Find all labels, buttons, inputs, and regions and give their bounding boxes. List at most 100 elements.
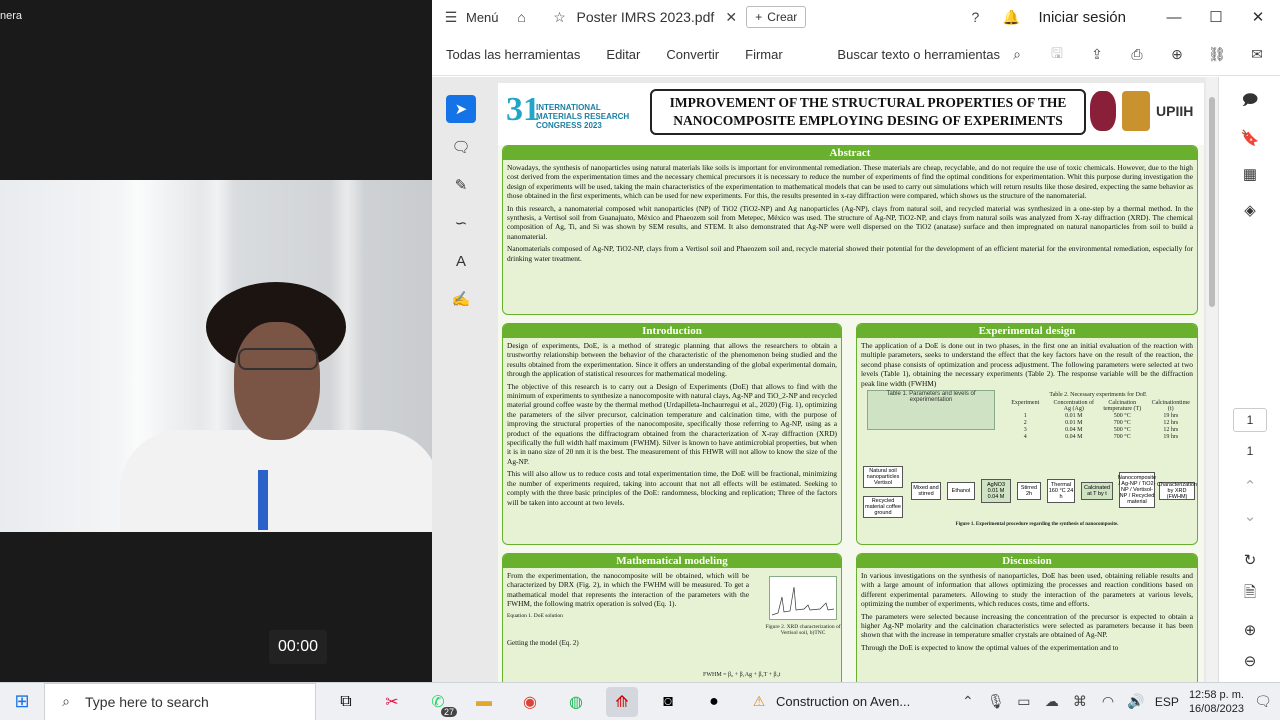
ipn-seal-icon (1090, 91, 1116, 131)
taskbar-search[interactable]: ⌕ Type here to search (44, 682, 316, 720)
imrc-logo: 31 INTERNATIONAL MATERIALS RESEARCH CONG… (506, 91, 636, 137)
table-2-title: Table 2. Necessary experiments for DoE (1049, 392, 1147, 398)
windows-start-icon[interactable]: ⊞ (0, 691, 44, 712)
hamburger-icon: ☰ (444, 8, 458, 25)
equation-label: Equation 1. DoE solution (507, 612, 563, 619)
chevron-down-icon[interactable]: ⌄ (1239, 505, 1261, 527)
table-cell: 500 °C (1113, 427, 1131, 433)
discussion-paragraph: Through the DoE is expected to know the … (861, 642, 1119, 652)
highlight-pen-icon[interactable]: ✎ (446, 171, 476, 199)
maximize-icon[interactable]: ☐ (1204, 8, 1228, 26)
edit-menu[interactable]: Editar (606, 47, 640, 62)
microphone-icon[interactable]: 🎙 (987, 693, 1005, 711)
abstract-paragraph: In this research, a nanomaterial compose… (507, 203, 1193, 241)
chevron-up-icon[interactable]: ⌃ (959, 693, 977, 711)
title-bar: ☰ Menú ⌂ ☆ Poster IMRS 2023.pdf ✕ + Crea… (432, 0, 1280, 34)
file-explorer-icon[interactable]: ▬ (468, 687, 500, 717)
link-icon[interactable]: ⛓ (1208, 46, 1226, 64)
battery-icon[interactable]: ▭ (1015, 693, 1033, 711)
language-indicator[interactable]: ESP (1155, 695, 1179, 709)
logo-number: 31 (506, 91, 540, 128)
snipping-tool-icon[interactable]: ✂ (376, 687, 408, 717)
signin-button[interactable]: Iniciar sesión (1038, 9, 1126, 26)
intro-paragraph: The objective of this research is to car… (507, 381, 837, 466)
notification-bell-icon[interactable]: 🔔 (1002, 8, 1020, 26)
clock-time: 12:58 p. m. (1188, 688, 1244, 701)
notifications-icon[interactable]: 🗨 (1254, 693, 1272, 711)
all-tools-menu[interactable]: Todas las herramientas (446, 47, 580, 62)
section-heading: Mathematical modeling (503, 554, 841, 568)
find-icon[interactable]: ⊕ (1168, 46, 1186, 64)
email-icon[interactable]: ✉ (1248, 46, 1266, 64)
save-icon[interactable]: 🖫 (1048, 45, 1066, 64)
zoom-out-icon[interactable]: ⊖ (1239, 650, 1261, 672)
abstract-paragraph: Nanomaterials composed of Ag-NP, TiO2-NP… (507, 244, 1193, 263)
menu-button[interactable]: ☰ Menú (442, 8, 499, 26)
document-tab[interactable]: ☆ Poster IMRS 2023.pdf ✕ (545, 0, 747, 34)
wifi-icon[interactable]: ◠ (1099, 693, 1117, 711)
institution-name: UPIIH (1156, 103, 1194, 119)
clock-date: 16/08/2023 (1188, 702, 1244, 715)
volume-icon[interactable]: 🔊 (1127, 693, 1145, 711)
text-select-icon[interactable]: A (446, 247, 476, 275)
search-tools-button[interactable]: Buscar texto o herramientas ⌕ (837, 46, 1026, 64)
create-button[interactable]: + Crear (746, 6, 807, 28)
section-heading: Introduction (503, 324, 841, 338)
thumbnails-icon[interactable]: ▦ (1239, 163, 1261, 185)
flow-step: Mixed and stirred (911, 482, 941, 500)
spotify-icon[interactable]: ◍ (560, 687, 592, 717)
zoom-in-icon[interactable]: ⊕ (1239, 619, 1261, 641)
weather-news-widget[interactable]: ⚠ Construction on Aven... (750, 693, 910, 711)
system-tray: ⌃ 🎙 ▭ ☁ ⌘ ◠ 🔊 ESP 12:58 p. m. 16/08/2023… (959, 688, 1280, 716)
section-heading: Abstract (503, 146, 1197, 160)
cloud-icon[interactable]: ☁ (1043, 693, 1061, 711)
close-window-icon[interactable]: ✕ (1246, 8, 1270, 26)
section-heading: Experimental design (857, 324, 1197, 338)
scrollbar-thumb[interactable] (1209, 97, 1215, 307)
quick-tools-rail: ➤ 🗨 ✎ ∽ A ✍ (446, 95, 476, 313)
save-file-icon[interactable]: 🗎 (1239, 583, 1261, 605)
network-icon[interactable]: ⌘ (1071, 693, 1089, 711)
help-icon[interactable]: ? (966, 8, 984, 26)
refresh-icon[interactable]: ↻ (1239, 549, 1261, 571)
total-pages: 1 (1246, 444, 1254, 458)
document-tab-name: Poster IMRS 2023.pdf (576, 9, 715, 25)
current-page-field[interactable]: 1 (1233, 408, 1267, 432)
print-icon[interactable]: ⎙ (1128, 46, 1146, 64)
signature-icon[interactable]: ✍ (446, 285, 476, 313)
table-cell: 2 (1023, 420, 1027, 426)
acrobat-icon[interactable]: ⟰ (606, 686, 638, 717)
whatsapp-icon[interactable]: ✆ 27 (422, 687, 457, 717)
clock[interactable]: 12:58 p. m. 16/08/2023 (1189, 688, 1244, 716)
select-cursor-icon[interactable]: ➤ (446, 95, 476, 123)
upload-icon[interactable]: ⇪ (1088, 46, 1106, 64)
institution-logos: UPIIH (1090, 91, 1193, 131)
layers-icon[interactable]: ◈ (1239, 199, 1261, 221)
chevron-up-icon[interactable]: ⌃ (1239, 475, 1261, 497)
task-view-icon[interactable]: ⧉ (330, 687, 362, 717)
close-tab-icon[interactable]: ✕ (722, 8, 740, 26)
add-comment-icon[interactable]: 🗨 (446, 133, 476, 161)
screen: nera 00:00 ☰ Menú ⌂ ☆ Poster IMRS 2023.p (0, 0, 1280, 720)
document-canvas[interactable]: ➤ 🗨 ✎ ∽ A ✍ 31 INTERNATIONAL MATERIALS R… (432, 77, 1280, 683)
vertical-scrollbar[interactable] (1206, 77, 1218, 682)
home-button[interactable]: ⌂ (513, 8, 531, 26)
minimize-icon[interactable]: — (1162, 9, 1186, 26)
camera-icon[interactable]: ◙ (652, 687, 684, 717)
table-2: Table 2. Necessary experiments for DoE E… (1003, 392, 1193, 440)
introduction-section: Introduction Design of experiments, DoE,… (502, 323, 842, 545)
table-1-title: Table 1. Parameters and levels of experi… (886, 391, 976, 403)
video-call-panel: nera 00:00 (0, 0, 432, 682)
convert-menu[interactable]: Convertir (666, 47, 719, 62)
star-icon[interactable]: ☆ (551, 8, 569, 26)
xrd-chart-icon (771, 586, 835, 616)
sign-menu[interactable]: Firmar (745, 47, 783, 62)
menu-label: Menú (466, 9, 499, 25)
whatsapp-badge: 27 (440, 706, 457, 717)
comments-icon[interactable]: 🗩 (1239, 91, 1261, 113)
bookmarks-icon[interactable]: 🔖 (1239, 127, 1261, 149)
obs-icon[interactable]: ● (698, 687, 730, 717)
poster-header: 31 INTERNATIONAL MATERIALS RESEARCH CONG… (498, 83, 1204, 145)
draw-freehand-icon[interactable]: ∽ (446, 209, 476, 237)
chrome-icon[interactable]: ◉ (514, 687, 546, 717)
